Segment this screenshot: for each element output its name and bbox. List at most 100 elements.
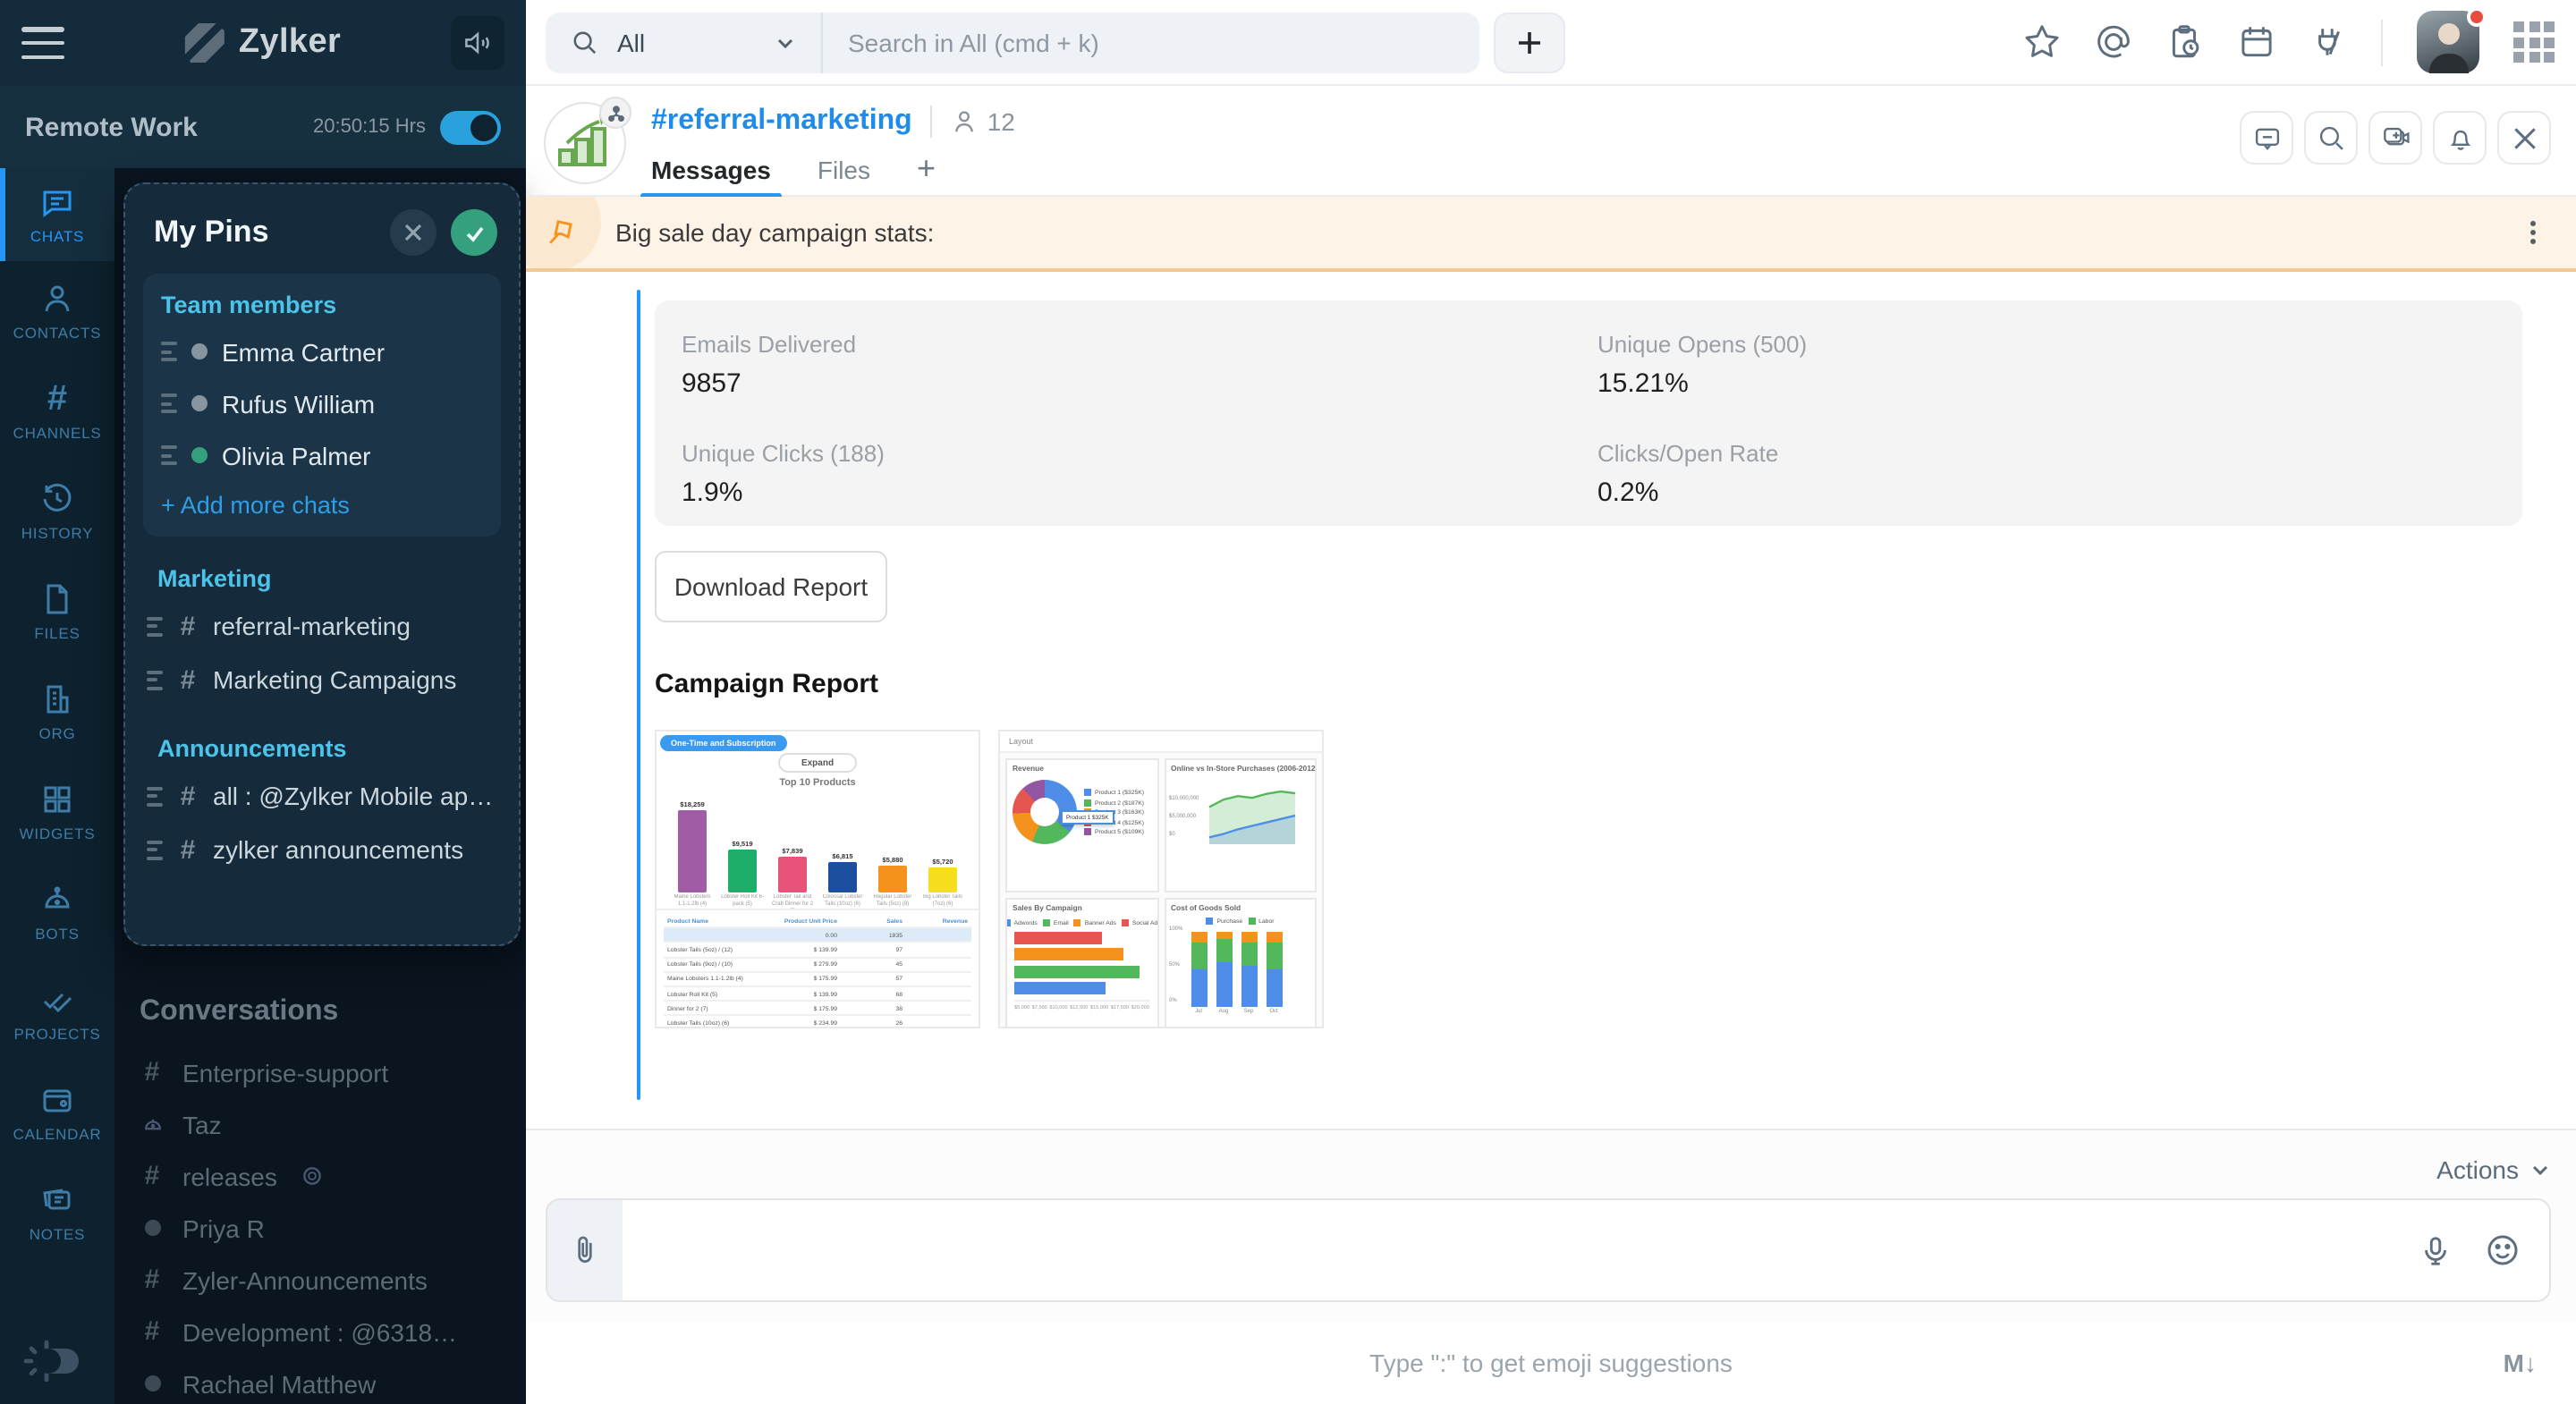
area-chart	[1202, 780, 1302, 851]
drag-handle-icon[interactable]	[161, 393, 177, 413]
conversation-development[interactable]: # Development : @6318…	[140, 1306, 515, 1357]
sidebar-item-projects[interactable]: PROJECTS	[0, 962, 114, 1062]
divider	[930, 106, 932, 138]
message-input[interactable]	[623, 1200, 2419, 1300]
pinned-menu-button[interactable]	[2519, 218, 2547, 247]
close-channel-button[interactable]	[2497, 111, 2551, 165]
contacts-icon	[39, 281, 75, 317]
pin-icon	[544, 216, 576, 249]
tab-files[interactable]: Files	[818, 156, 870, 199]
user-avatar[interactable]	[2417, 11, 2479, 73]
channel-tabs: Messages Files +	[651, 150, 1015, 199]
stat-emails-delivered: Emails Delivered 9857	[682, 331, 1597, 417]
drag-handle-icon[interactable]	[147, 616, 163, 636]
dashboard-top-label: Layout	[1000, 732, 1322, 753]
theme-toggle[interactable]	[21, 1336, 93, 1386]
report-thumbnail-2[interactable]: Layout Revenue Product 1 ($325K)Product …	[998, 730, 1324, 1028]
mini-table-row: 0.001835	[664, 928, 971, 943]
emoji-button[interactable]	[2485, 1232, 2521, 1268]
new-chat-button[interactable]	[1494, 12, 1565, 72]
markdown-toggle[interactable]: M↓	[2504, 1349, 2537, 1377]
pinned-channel-zylker-announcements[interactable]: # zylker announcements	[143, 823, 501, 876]
apps-grid-button[interactable]	[2513, 21, 2555, 63]
pinned-channel-all[interactable]: # all : @Zylker Mobile app…	[143, 769, 501, 823]
conversation-releases[interactable]: # releases	[140, 1150, 515, 1202]
sound-toggle-button[interactable]	[451, 16, 504, 70]
conversation-enterprise-support[interactable]: # Enterprise-support	[140, 1046, 515, 1098]
hamburger-menu-icon[interactable]	[21, 27, 64, 59]
my-pins-panel: My Pins Team members Emma	[123, 182, 521, 946]
start-meeting-button[interactable]	[2368, 111, 2422, 165]
checkin-toggle[interactable]	[440, 110, 501, 144]
mini-bar	[1014, 931, 1149, 943]
notes-icon	[39, 1182, 75, 1218]
plus-icon	[1515, 28, 1544, 56]
sidebar-item-org[interactable]: ORG	[0, 662, 114, 762]
member-count[interactable]: 12	[950, 107, 1015, 136]
conversation-zyler-announcements[interactable]: # Zyler-Announcements	[140, 1254, 515, 1306]
stat-unique-opens: Unique Opens (500) 15.21%	[1597, 331, 2522, 417]
pinned-message-bar[interactable]: Big sale day campaign stats:	[526, 197, 2576, 272]
tab-messages[interactable]: Messages	[651, 156, 771, 199]
pinned-channel-referral-marketing[interactable]: # referral-marketing	[143, 599, 501, 653]
actions-dropdown[interactable]: Actions	[546, 1155, 2551, 1184]
starred-messages-button[interactable]	[2023, 23, 2061, 61]
conversations-title: Conversations	[140, 996, 515, 1028]
drag-handle-icon[interactable]	[147, 670, 163, 689]
integrations-button[interactable]	[2309, 23, 2347, 61]
download-report-button[interactable]: Download Report	[655, 551, 887, 622]
sidebar-item-contacts[interactable]: CONTACTS	[0, 261, 114, 361]
drag-handle-icon[interactable]	[147, 786, 163, 806]
sidebar-item-channels[interactable]: # CHANNELS	[0, 361, 114, 461]
conversation-taz[interactable]: Taz	[140, 1098, 515, 1150]
attach-file-button[interactable]	[547, 1200, 623, 1300]
panel-cost-of-goods: Cost of Goods Sold PurchaseLabor 100%50%…	[1164, 898, 1317, 1028]
drag-handle-icon[interactable]	[161, 342, 177, 361]
pins-title: My Pins	[154, 215, 376, 250]
legend-item: Labor	[1248, 918, 1274, 925]
channel-title[interactable]: #referral-marketing	[651, 106, 912, 138]
conversation-priya-r[interactable]: Priya R	[140, 1202, 515, 1254]
mini-table-header: Product NameProduct Unit PriceSalesReven…	[664, 914, 971, 928]
mentions-button[interactable]	[2095, 23, 2132, 61]
pins-cancel-button[interactable]	[390, 209, 436, 256]
sidebar-item-files[interactable]: FILES	[0, 562, 114, 662]
mini-stacked-bar	[1216, 932, 1232, 1007]
paperclip-icon	[569, 1234, 601, 1266]
pinned-channel-marketing-campaigns[interactable]: # Marketing Campaigns	[143, 653, 501, 706]
report-thumbnail-1[interactable]: One-Time and Subscription Expand Top 10 …	[655, 730, 980, 1028]
drag-handle-icon[interactable]	[147, 840, 163, 859]
mini-table-row: Lobster Tails (9oz) / (10)$ 279.9945	[664, 958, 971, 972]
stat-unique-clicks: Unique Clicks (188) 1.9%	[682, 440, 1597, 526]
notifications-button[interactable]	[2433, 111, 2487, 165]
search-scope-dropdown[interactable]: All	[546, 28, 821, 56]
pins-confirm-button[interactable]	[451, 209, 497, 256]
message-focus-line	[637, 290, 640, 1100]
voice-message-button[interactable]	[2419, 1233, 2453, 1267]
mini-bar	[1014, 982, 1149, 994]
pinned-member-emma[interactable]: Emma Cartner	[157, 326, 487, 377]
legend-item: Product 2 ($187K)	[1084, 799, 1144, 806]
app-window: Zylker Remote Work 20:50:15 Hrs CHATS CO…	[0, 0, 2576, 1404]
message-input-box[interactable]	[546, 1198, 2551, 1302]
pinned-member-rufus[interactable]: Rufus William	[157, 377, 487, 429]
sidebar-item-notes[interactable]: NOTES	[0, 1163, 114, 1263]
mini-stacked-bar	[1241, 932, 1257, 1007]
channel-search-button[interactable]	[2304, 111, 2358, 165]
add-more-chats-link[interactable]: + Add more chats	[157, 481, 487, 519]
channel-threads-button[interactable]	[2240, 111, 2293, 165]
close-icon	[2511, 124, 2538, 151]
pending-tasks-button[interactable]	[2166, 23, 2204, 61]
sidebar-item-widgets[interactable]: WIDGETS	[0, 762, 114, 862]
add-tab-button[interactable]: +	[917, 150, 936, 199]
channel-avatar[interactable]	[544, 102, 626, 184]
sidebar-item-history[interactable]: HISTORY	[0, 461, 114, 562]
global-search[interactable]: All Search in All (cmd + k)	[546, 12, 1479, 72]
sidebar-item-calendar[interactable]: CALENDAR	[0, 1062, 114, 1163]
drag-handle-icon[interactable]	[161, 445, 177, 465]
sidebar-item-chats[interactable]: CHATS	[0, 168, 114, 261]
conversation-rachael-matthew[interactable]: Rachael Matthew	[140, 1357, 515, 1404]
pinned-member-olivia[interactable]: Olivia Palmer	[157, 429, 487, 481]
calendar-button[interactable]	[2238, 23, 2275, 61]
sidebar-item-bots[interactable]: BOTS	[0, 862, 114, 962]
